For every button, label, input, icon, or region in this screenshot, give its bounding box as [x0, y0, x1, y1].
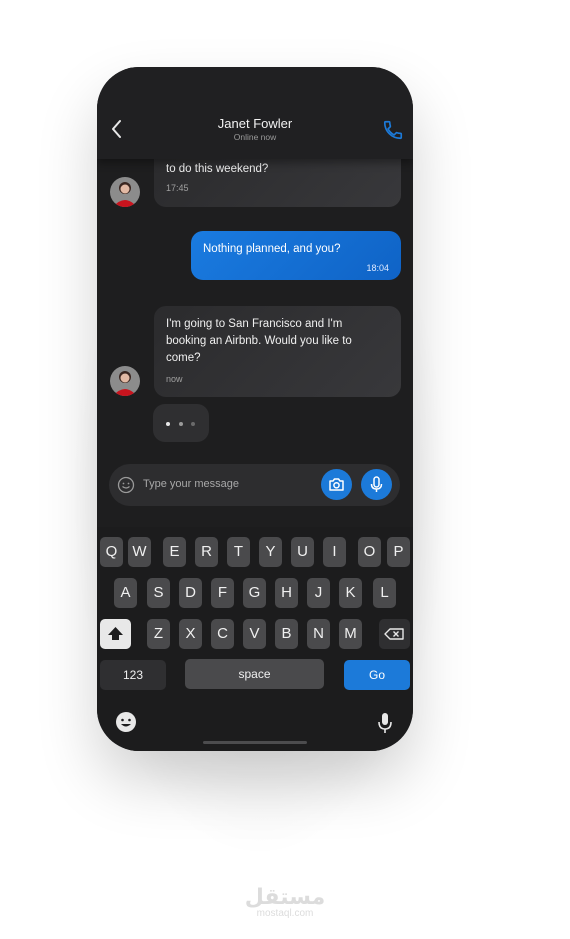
message-bubble-incoming: to do this weekend? 17:45 [154, 159, 401, 207]
backspace-key[interactable] [379, 619, 410, 649]
contact-avatar [110, 366, 140, 396]
key-t[interactable]: T [227, 537, 250, 567]
key-z[interactable]: Z [147, 619, 170, 649]
contact-name: Janet Fowler [217, 116, 293, 131]
phone-frame: Janet Fowler Online now to do this weeke… [97, 67, 413, 751]
camera-icon [329, 478, 344, 491]
key-e[interactable]: E [163, 537, 186, 567]
key-o[interactable]: O [358, 537, 381, 567]
key-x[interactable]: X [179, 619, 202, 649]
key-k[interactable]: K [339, 578, 362, 608]
key-a[interactable]: A [114, 578, 137, 608]
camera-button[interactable] [321, 469, 352, 500]
dictation-icon[interactable] [375, 711, 395, 735]
typing-dot [179, 422, 183, 426]
key-j[interactable]: J [307, 578, 330, 608]
message-list[interactable]: to do this weekend? 17:45 Nothing planne… [97, 159, 413, 459]
contact-avatar [110, 177, 140, 207]
message-input[interactable]: Type your message [143, 478, 239, 490]
key-r[interactable]: R [195, 537, 218, 567]
key-g[interactable]: G [243, 578, 266, 608]
space-key[interactable]: space [185, 659, 324, 689]
phone-icon[interactable] [382, 119, 404, 141]
message-text: Nothing planned, and you? [203, 243, 341, 255]
key-h[interactable]: H [275, 578, 298, 608]
home-indicator [203, 741, 307, 744]
shift-key[interactable] [100, 619, 131, 649]
contact-status: Online now [233, 132, 277, 142]
numbers-key[interactable]: 123 [100, 660, 166, 690]
key-u[interactable]: U [291, 537, 314, 567]
message-time: now [166, 374, 183, 384]
message-bubble-incoming: I'm going to San Francisco and I'm booki… [154, 306, 401, 397]
voice-button[interactable] [361, 469, 392, 500]
key-m[interactable]: M [339, 619, 362, 649]
key-y[interactable]: Y [259, 537, 282, 567]
message-line: booking an Airbnb. Would you like to [166, 335, 352, 347]
shift-icon [108, 627, 123, 640]
typing-indicator [153, 404, 209, 442]
emoji-keyboard-icon[interactable] [115, 711, 137, 733]
key-f[interactable]: F [211, 578, 234, 608]
key-n[interactable]: N [307, 619, 330, 649]
go-key[interactable]: Go [344, 660, 410, 690]
watermark-url: mostaql.com [256, 908, 314, 919]
key-w[interactable]: W [128, 537, 151, 567]
key-s[interactable]: S [147, 578, 170, 608]
message-time: 17:45 [166, 183, 189, 193]
key-b[interactable]: B [275, 619, 298, 649]
key-d[interactable]: D [179, 578, 202, 608]
key-c[interactable]: C [211, 619, 234, 649]
message-text: to do this weekend? [166, 163, 269, 175]
keyboard: Q W E R T Y U I O P A S D F G H J K L Z … [97, 527, 413, 751]
typing-dot [166, 422, 170, 426]
message-line: I'm going to San Francisco and I'm [166, 318, 343, 330]
chat-header: Janet Fowler Online now [97, 67, 413, 159]
key-v[interactable]: V [243, 619, 266, 649]
key-q[interactable]: Q [100, 537, 123, 567]
message-time: 18:04 [366, 263, 389, 273]
key-i[interactable]: I [323, 537, 346, 567]
smiley-icon[interactable] [117, 476, 135, 494]
microphone-icon [370, 476, 383, 492]
message-bubble-outgoing: Nothing planned, and you? 18:04 [191, 231, 401, 280]
typing-dot [191, 422, 195, 426]
message-composer: Type your message [109, 464, 400, 506]
key-p[interactable]: P [387, 537, 410, 567]
watermark-logo: مستقل [244, 884, 326, 909]
key-l[interactable]: L [373, 578, 396, 608]
backspace-icon [384, 628, 404, 640]
message-line: come? [166, 352, 201, 364]
